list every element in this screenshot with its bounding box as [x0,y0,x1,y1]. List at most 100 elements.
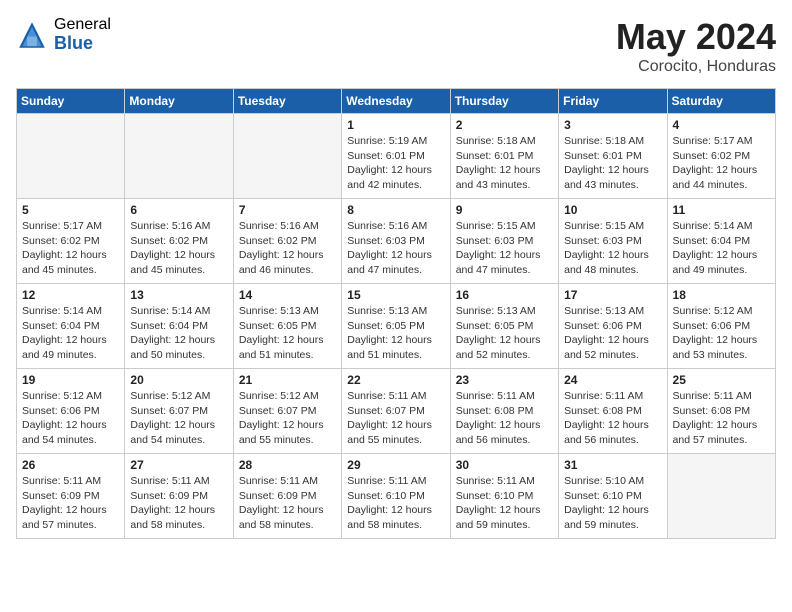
calendar-cell: 30Sunrise: 5:11 AMSunset: 6:10 PMDayligh… [450,454,558,539]
month-title: May 2024 [616,16,776,58]
calendar-cell: 10 Sunrise: 5:15 AMSunset: 6:03 PMDayligh… [559,199,667,284]
logo-icon [16,19,48,51]
day-info: Sunrise: 5:14 AMSunset: 6:04 PMDaylight:… [130,304,227,363]
page-header: General Blue May 2024 Corocito, Honduras [16,16,776,76]
calendar-cell [17,114,125,199]
day-number: 29 [347,458,444,472]
calendar-cell: 21Sunrise: 5:12 AMSunset: 6:07 PMDayligh… [233,369,341,454]
calendar-header-row: SundayMondayTuesdayWednesdayThursdayFrid… [17,89,776,114]
day-number: 17 [564,288,661,302]
day-number: 15 [347,288,444,302]
day-info: Sunrise: 5:12 AMSunset: 6:06 PMDaylight:… [673,304,770,363]
location-subtitle: Corocito, Honduras [616,58,776,76]
calendar-cell: 22 Sunrise: 5:11 AMSunset: 6:07 PMDayligh… [342,369,450,454]
calendar-cell: 28 Sunrise: 5:11 AMSunset: 6:09 PMDayligh… [233,454,341,539]
day-info: Sunrise: 5:19 AMSunset: 6:01 PMDaylight:… [347,134,444,193]
day-number: 2 [456,118,553,132]
day-number: 28 [239,458,336,472]
day-info: Sunrise: 5:13 AMSunset: 6:06 PMDaylight:… [564,304,661,363]
calendar-cell: 1 Sunrise: 5:19 AMSunset: 6:01 PMDaylight… [342,114,450,199]
day-number: 27 [130,458,227,472]
calendar-cell: 8Sunrise: 5:16 AMSunset: 6:03 PMDaylight… [342,199,450,284]
calendar-cell: 13 Sunrise: 5:14 AMSunset: 6:04 PMDayligh… [125,284,233,369]
day-info: Sunrise: 5:12 AMSunset: 6:06 PMDaylight:… [22,389,119,448]
calendar-cell: 2Sunrise: 5:18 AMSunset: 6:01 PMDaylight… [450,114,558,199]
calendar-cell: 26 Sunrise: 5:11 AMSunset: 6:09 PMDayligh… [17,454,125,539]
day-number: 22 [347,373,444,387]
calendar-cell: 23 Sunrise: 5:11 AMSunset: 6:08 PMDayligh… [450,369,558,454]
day-number: 25 [673,373,770,387]
column-header-sunday: Sunday [17,89,125,114]
calendar-cell: 31 Sunrise: 5:10 AMSunset: 6:10 PMDayligh… [559,454,667,539]
calendar-cell: 17 Sunrise: 5:13 AMSunset: 6:06 PMDayligh… [559,284,667,369]
week-row-2: 5Sunrise: 5:17 AMSunset: 6:02 PMDaylight… [17,199,776,284]
day-info: Sunrise: 5:13 AMSunset: 6:05 PMDaylight:… [347,304,444,363]
column-header-friday: Friday [559,89,667,114]
day-info: Sunrise: 5:11 AMSunset: 6:07 PMDaylight:… [347,389,444,448]
column-header-wednesday: Wednesday [342,89,450,114]
calendar-cell: 29 Sunrise: 5:11 AMSunset: 6:10 PMDayligh… [342,454,450,539]
logo-blue: Blue [54,34,111,54]
day-number: 20 [130,373,227,387]
day-info: Sunrise: 5:11 AMSunset: 6:09 PMDaylight:… [22,474,119,533]
calendar-cell: 4 Sunrise: 5:17 AMSunset: 6:02 PMDaylight… [667,114,775,199]
day-info: Sunrise: 5:18 AMSunset: 6:01 PMDaylight:… [564,134,661,193]
calendar-cell: 20Sunrise: 5:12 AMSunset: 6:07 PMDayligh… [125,369,233,454]
day-info: Sunrise: 5:13 AMSunset: 6:05 PMDaylight:… [456,304,553,363]
day-number: 16 [456,288,553,302]
calendar-cell: 12 Sunrise: 5:14 AMSunset: 6:04 PMDayligh… [17,284,125,369]
calendar-cell: 11 Sunrise: 5:14 AMSunset: 6:04 PMDayligh… [667,199,775,284]
column-header-thursday: Thursday [450,89,558,114]
day-info: Sunrise: 5:16 AMSunset: 6:02 PMDaylight:… [239,219,336,278]
day-number: 31 [564,458,661,472]
calendar-cell: 6 Sunrise: 5:16 AMSunset: 6:02 PMDaylight… [125,199,233,284]
day-info: Sunrise: 5:11 AMSunset: 6:08 PMDaylight:… [564,389,661,448]
day-info: Sunrise: 5:15 AMSunset: 6:03 PMDaylight:… [564,219,661,278]
day-info: Sunrise: 5:10 AMSunset: 6:10 PMDaylight:… [564,474,661,533]
logo: General Blue [16,16,111,53]
day-info: Sunrise: 5:11 AMSunset: 6:09 PMDaylight:… [239,474,336,533]
week-row-4: 19Sunrise: 5:12 AMSunset: 6:06 PMDayligh… [17,369,776,454]
calendar-cell: 27 Sunrise: 5:11 AMSunset: 6:09 PMDayligh… [125,454,233,539]
calendar-cell: 14Sunrise: 5:13 AMSunset: 6:05 PMDayligh… [233,284,341,369]
day-number: 3 [564,118,661,132]
calendar-cell: 3 Sunrise: 5:18 AMSunset: 6:01 PMDaylight… [559,114,667,199]
day-info: Sunrise: 5:14 AMSunset: 6:04 PMDaylight:… [22,304,119,363]
day-info: Sunrise: 5:11 AMSunset: 6:08 PMDaylight:… [673,389,770,448]
calendar-cell: 25 Sunrise: 5:11 AMSunset: 6:08 PMDayligh… [667,369,775,454]
week-row-3: 12 Sunrise: 5:14 AMSunset: 6:04 PMDayligh… [17,284,776,369]
day-number: 4 [673,118,770,132]
calendar-cell: 16 Sunrise: 5:13 AMSunset: 6:05 PMDayligh… [450,284,558,369]
day-number: 5 [22,203,119,217]
day-number: 6 [130,203,227,217]
calendar-cell: 5Sunrise: 5:17 AMSunset: 6:02 PMDaylight… [17,199,125,284]
day-number: 12 [22,288,119,302]
day-info: Sunrise: 5:17 AMSunset: 6:02 PMDaylight:… [673,134,770,193]
day-number: 26 [22,458,119,472]
calendar-cell: 7 Sunrise: 5:16 AMSunset: 6:02 PMDaylight… [233,199,341,284]
day-number: 9 [456,203,553,217]
day-number: 10 [564,203,661,217]
day-number: 13 [130,288,227,302]
day-info: Sunrise: 5:14 AMSunset: 6:04 PMDaylight:… [673,219,770,278]
calendar-cell: 18 Sunrise: 5:12 AMSunset: 6:06 PMDayligh… [667,284,775,369]
day-number: 18 [673,288,770,302]
day-info: Sunrise: 5:11 AMSunset: 6:09 PMDaylight:… [130,474,227,533]
week-row-5: 26 Sunrise: 5:11 AMSunset: 6:09 PMDayligh… [17,454,776,539]
day-number: 1 [347,118,444,132]
calendar-cell [125,114,233,199]
column-header-saturday: Saturday [667,89,775,114]
column-header-tuesday: Tuesday [233,89,341,114]
day-info: Sunrise: 5:11 AMSunset: 6:08 PMDaylight:… [456,389,553,448]
column-header-monday: Monday [125,89,233,114]
calendar-cell: 15 Sunrise: 5:13 AMSunset: 6:05 PMDayligh… [342,284,450,369]
day-number: 7 [239,203,336,217]
day-number: 11 [673,203,770,217]
day-info: Sunrise: 5:13 AMSunset: 6:05 PMDaylight:… [239,304,336,363]
day-number: 23 [456,373,553,387]
day-info: Sunrise: 5:11 AMSunset: 6:10 PMDaylight:… [347,474,444,533]
day-info: Sunrise: 5:16 AMSunset: 6:02 PMDaylight:… [130,219,227,278]
day-number: 21 [239,373,336,387]
calendar-cell [233,114,341,199]
calendar-table: SundayMondayTuesdayWednesdayThursdayFrid… [16,88,776,539]
